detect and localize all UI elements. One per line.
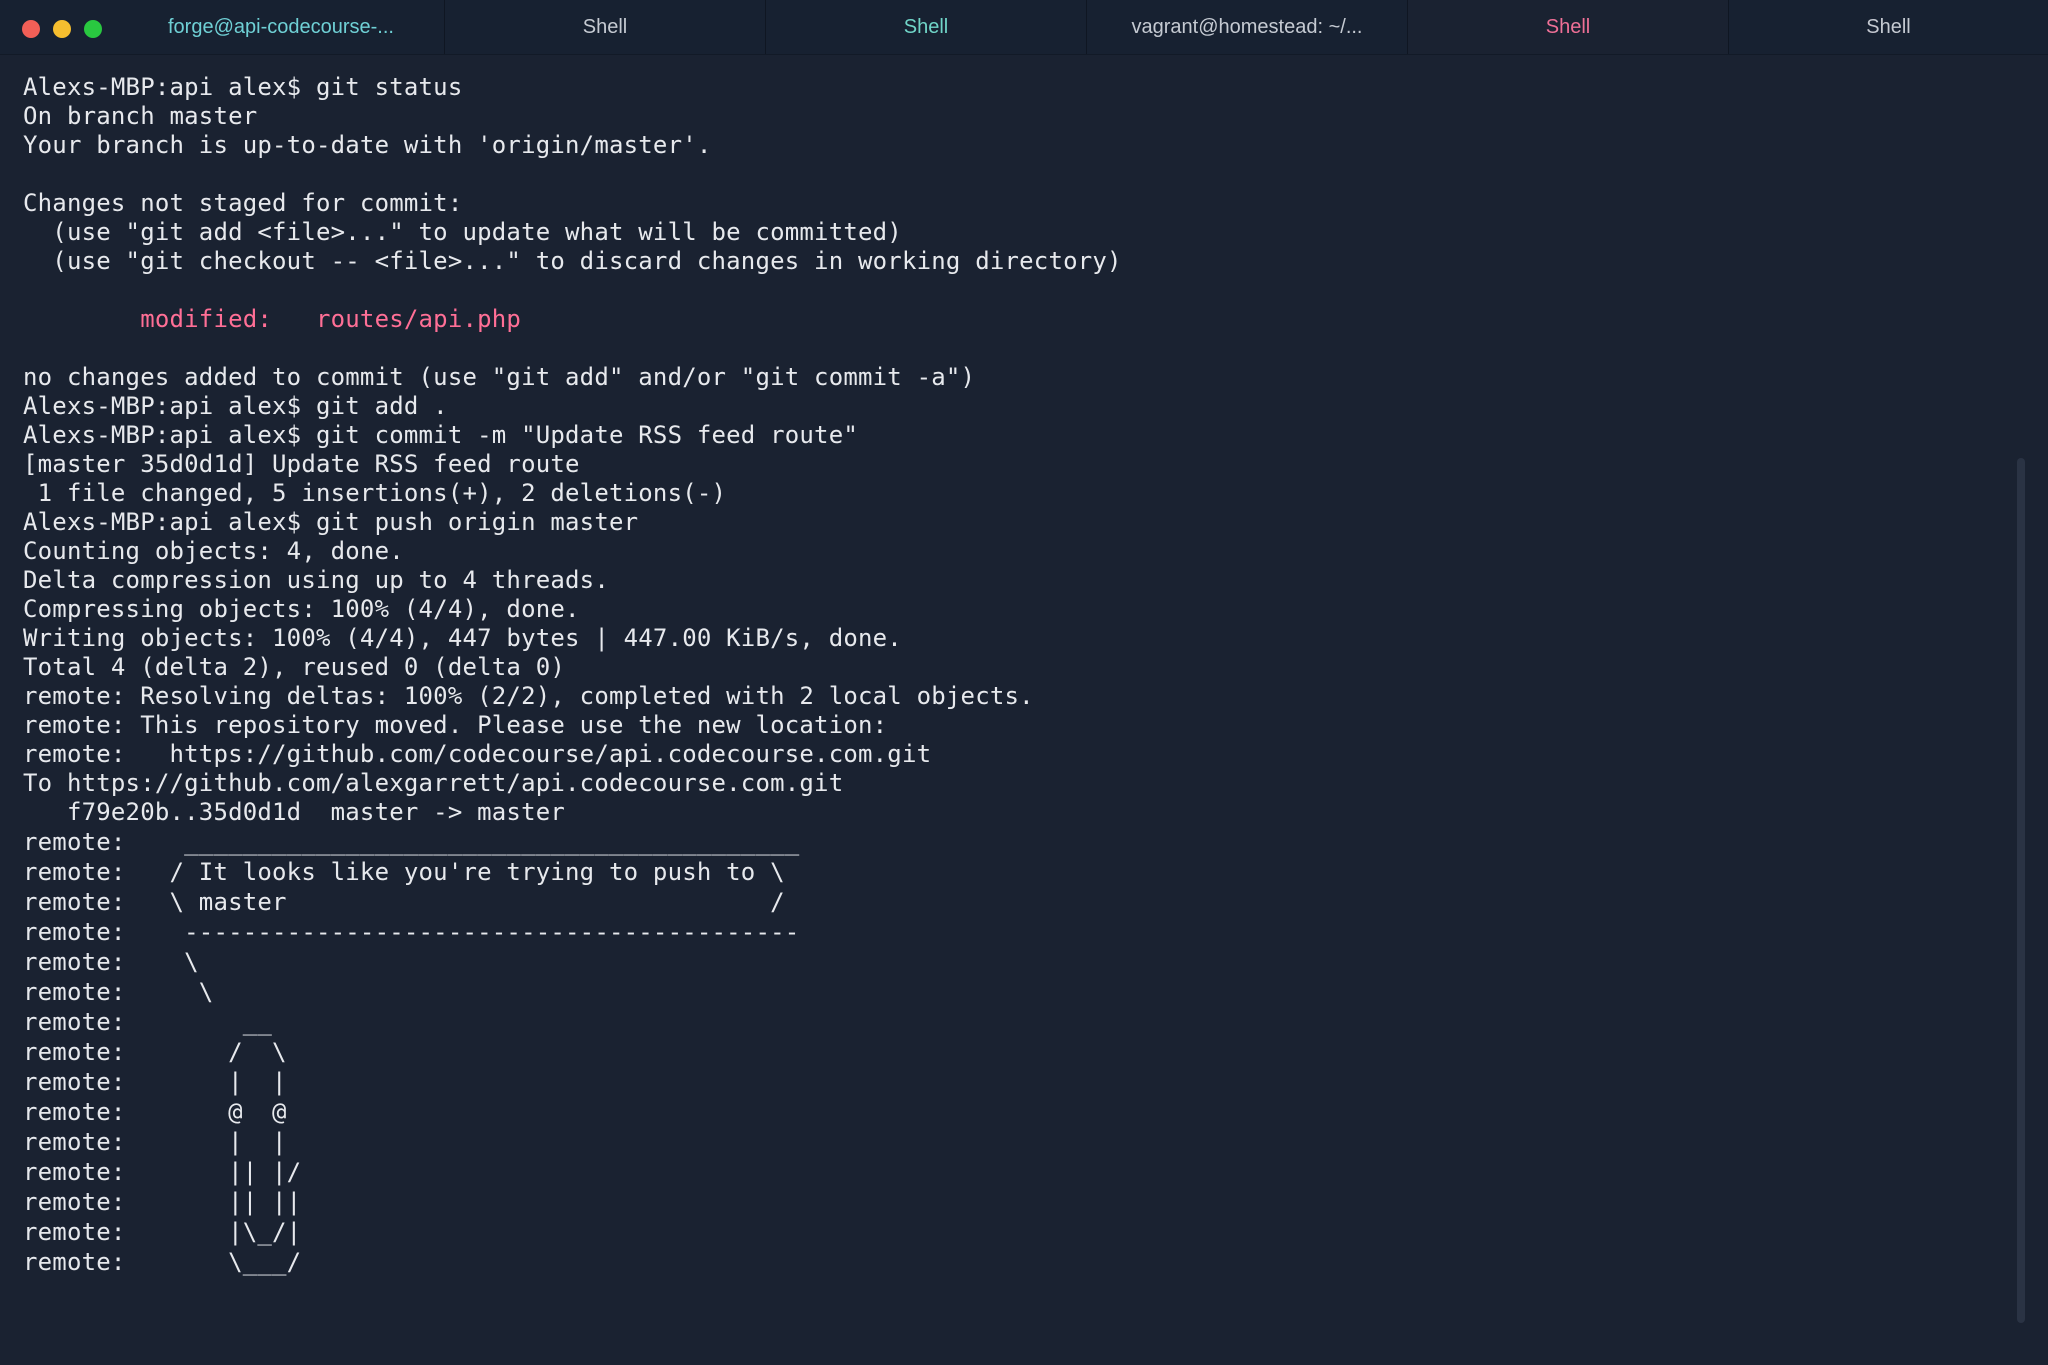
terminal-line: Changes not staged for commit:	[23, 189, 463, 217]
terminal-line: Alexs-MBP:api alex$ git add .	[23, 392, 448, 420]
terminal-line: remote: --------------------------------…	[23, 918, 800, 946]
terminal-line: To https://github.com/alexgarrett/api.co…	[23, 769, 844, 797]
terminal-line: remote: | |	[23, 1128, 287, 1156]
tab-shell-1[interactable]: Shell	[445, 0, 766, 54]
terminal-line: [master 35d0d1d] Update RSS feed route	[23, 450, 580, 478]
tab-vagrant-homestead[interactable]: vagrant@homestead: ~/...	[1087, 0, 1408, 54]
tab-title: Shell	[1866, 15, 1911, 38]
tab-forge-api-codecourse[interactable]: forge@api-codecourse-...	[0, 0, 445, 54]
tab-title: forge@api-codecourse-...	[168, 15, 394, 38]
terminal-line: remote: \	[23, 978, 214, 1006]
tab-shell-2[interactable]: Shell	[766, 0, 1087, 54]
terminal-line: 1 file changed, 5 insertions(+), 2 delet…	[23, 479, 727, 507]
scrollbar[interactable]	[2017, 458, 2025, 1323]
terminal-line: remote: __	[23, 1008, 273, 1036]
terminal-line: Total 4 (delta 2), reused 0 (delta 0)	[23, 653, 566, 681]
terminal-line: remote: || ||	[23, 1188, 302, 1216]
tab-title: vagrant@homestead: ~/...	[1131, 15, 1363, 38]
tab-bar: forge@api-codecourse-... Shell Shell vag…	[0, 0, 2048, 55]
terminal-line: modified: routes/api.php	[23, 305, 522, 333]
terminal-window: forge@api-codecourse-... Shell Shell vag…	[0, 0, 2048, 1365]
terminal-line: Writing objects: 100% (4/4), 447 bytes |…	[23, 624, 902, 652]
terminal-line: remote: || |/	[23, 1158, 302, 1186]
terminal-output[interactable]: Alexs-MBP:api alex$ git status On branch …	[0, 54, 2048, 1365]
terminal-line: remote: \	[23, 948, 199, 976]
terminal-line: remote: Resolving deltas: 100% (2/2), co…	[23, 682, 1034, 710]
terminal-line: Alexs-MBP:api alex$ git commit -m "Updat…	[23, 421, 859, 449]
tab-shell-active[interactable]: Shell	[1408, 0, 1729, 54]
terminal-line: Your branch is up-to-date with 'origin/m…	[23, 131, 712, 159]
terminal-line: no changes added to commit (use "git add…	[23, 363, 976, 391]
tab-title: Shell	[903, 15, 949, 38]
terminal-line: remote: @ @	[23, 1098, 287, 1126]
terminal-line: remote: https://github.com/codecourse/ap…	[23, 740, 932, 768]
terminal-line: Delta compression using up to 4 threads.	[23, 566, 609, 594]
close-button[interactable]	[22, 20, 40, 38]
terminal-line: remote: \ master /	[23, 888, 785, 916]
terminal-line: remote: |\_/|	[23, 1218, 302, 1246]
terminal-line: (use "git checkout -- <file>..." to disc…	[23, 247, 1122, 275]
terminal-line: remote: | |	[23, 1068, 287, 1096]
minimize-button[interactable]	[53, 20, 71, 38]
terminal-line: f79e20b..35d0d1d master -> master	[23, 798, 566, 826]
terminal-line: remote: ________________________________…	[23, 828, 800, 856]
tab-title: Shell	[1545, 15, 1591, 38]
traffic-lights	[22, 20, 102, 38]
terminal-line: remote: \___/	[23, 1248, 302, 1276]
tab-shell-3[interactable]: Shell	[1729, 0, 2048, 54]
terminal-line: Counting objects: 4, done.	[23, 537, 404, 565]
terminal-line: remote: / It looks like you're trying to…	[23, 858, 785, 886]
tab-title: Shell	[582, 15, 628, 38]
terminal-line: (use "git add <file>..." to update what …	[23, 218, 902, 246]
terminal-line: On branch master	[23, 102, 258, 130]
terminal-line: remote: This repository moved. Please us…	[23, 711, 888, 739]
maximize-button[interactable]	[84, 20, 102, 38]
terminal-line: remote: / \	[23, 1038, 287, 1066]
terminal-line: Alexs-MBP:api alex$ git status	[23, 73, 463, 101]
terminal-line: Compressing objects: 100% (4/4), done.	[23, 595, 580, 623]
terminal-line: Alexs-MBP:api alex$ git push origin mast…	[23, 508, 639, 536]
